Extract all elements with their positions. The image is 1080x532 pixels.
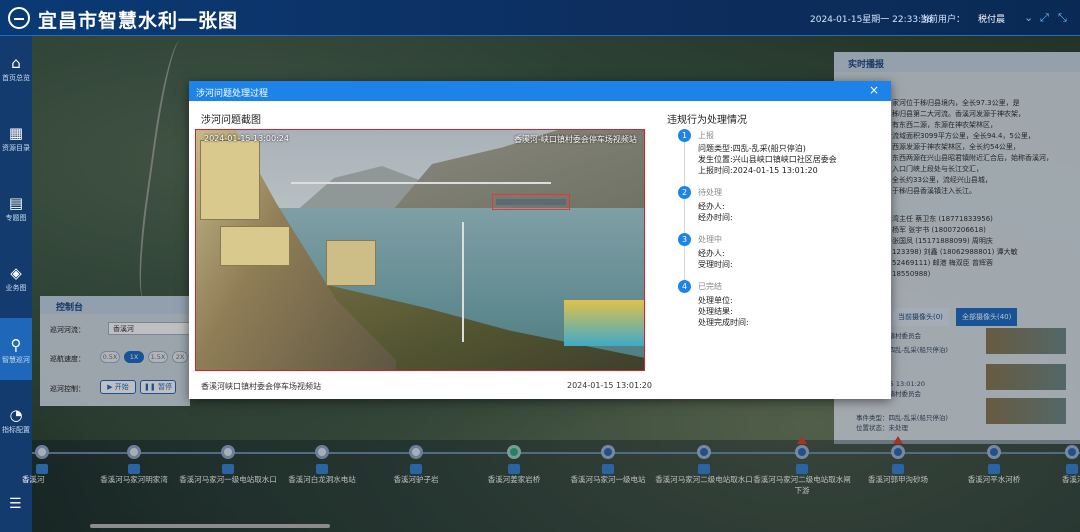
photo-timestamp: 2024-01-15 13:00:24 (204, 134, 289, 143)
issue-process-dialog: 涉河问题处理过程 × 涉河问题截图 违规行为处理情况 2024-01-15 13… (189, 81, 891, 399)
step-detail: 处理结果: (698, 307, 733, 316)
step-detail: 经办时间: (698, 213, 733, 222)
step-number: 1 (678, 129, 691, 142)
process-section-title: 违规行为处理情况 (667, 115, 747, 126)
home-icon: ⌂ (11, 54, 21, 72)
sidebar-item-resources[interactable]: ▦ 资源目录 (0, 106, 32, 168)
step-title: 待处理 (698, 188, 722, 197)
photo-location: 香溪河-峡口镇村委会停车场视频站 (514, 135, 637, 144)
layers-icon: ◈ (10, 264, 22, 282)
step-detail: 上报时间:2024-01-15 13:01:20 (698, 166, 818, 175)
step-detail: 经办人: (698, 202, 725, 211)
step-detail: 经办人: (698, 249, 725, 258)
step-number: 4 (678, 280, 691, 293)
app-title: 宜昌市智慧水利一张图 (38, 10, 239, 32)
collapse-icon[interactable]: ⤡ (1058, 11, 1067, 25)
photo-building (200, 140, 260, 220)
app-header: 宜昌市智慧水利一张图 2024-01-15星期一 22:33:38 当前用户： … (0, 0, 1080, 36)
dialog-header: 涉河问题处理过程 × (189, 81, 891, 101)
screenshot-section-title: 涉河问题截图 (201, 115, 261, 126)
user-label: 当前用户： (920, 15, 966, 25)
grid-icon: ▦ (8, 124, 24, 142)
photo-building (220, 226, 290, 266)
screenshot-caption: 香溪河峡口镇村委会停车场视频站 (201, 382, 321, 391)
logo-icon (8, 7, 30, 29)
user-name[interactable]: 税付晨 (978, 12, 1005, 25)
chart-icon: ◔ (9, 406, 23, 424)
sidebar: ⌂ 首页总览 ▦ 资源目录 ▤ 专题图 ◈ 业务图 ⚲ 智慧巡河 ◔ 指标配置 ☰ (0, 36, 32, 532)
step-title: 上报 (698, 131, 714, 140)
location-icon: ⚲ (10, 336, 22, 354)
issue-screenshot[interactable]: 2024-01-15 13:00:24 香溪河-峡口镇村委会停车场视频站 (195, 129, 645, 371)
sidebar-item-thematic[interactable]: ▤ 专题图 (0, 176, 32, 238)
photo-lamp (462, 222, 464, 342)
step-number: 2 (678, 186, 691, 199)
sidebar-item-patrol[interactable]: ⚲ 智慧巡河 (0, 318, 32, 380)
sidebar-item-config[interactable]: ◔ 指标配置 (0, 388, 32, 450)
dialog-title: 涉河问题处理过程 (196, 89, 269, 99)
step-detail: 处理单位: (698, 296, 733, 305)
step-title: 已完结 (698, 282, 722, 291)
detected-ship-box (492, 194, 570, 210)
photo-building (326, 240, 376, 286)
sidebar-item-business[interactable]: ◈ 业务图 (0, 246, 32, 308)
photo-bridge (291, 182, 551, 184)
step-number: 3 (678, 233, 691, 246)
step-detail: 问题类型:四乱-乱采(船只停泊) (698, 144, 806, 153)
sidebar-item-home[interactable]: ⌂ 首页总览 (0, 36, 32, 98)
photo-dock (564, 300, 644, 346)
step-detail: 处理完成时间: (698, 318, 749, 327)
datetime: 2024-01-15星期一 22:33:38 (810, 15, 933, 25)
close-icon[interactable]: × (869, 83, 879, 97)
screenshot-time: 2024-01-15 13:01:20 (567, 381, 652, 390)
step-detail: 受理时间: (698, 260, 733, 269)
chevron-down-icon[interactable]: ⌄ (1024, 11, 1033, 24)
map-icon: ▤ (8, 194, 24, 212)
step-title: 处理中 (698, 235, 722, 244)
step-connector (684, 136, 685, 289)
step-detail: 发生位置:兴山县峡口镇峡口社区居委会 (698, 155, 837, 164)
menu-icon[interactable]: ☰ (9, 496, 22, 512)
expand-icon[interactable]: ⤢ (1040, 11, 1049, 25)
